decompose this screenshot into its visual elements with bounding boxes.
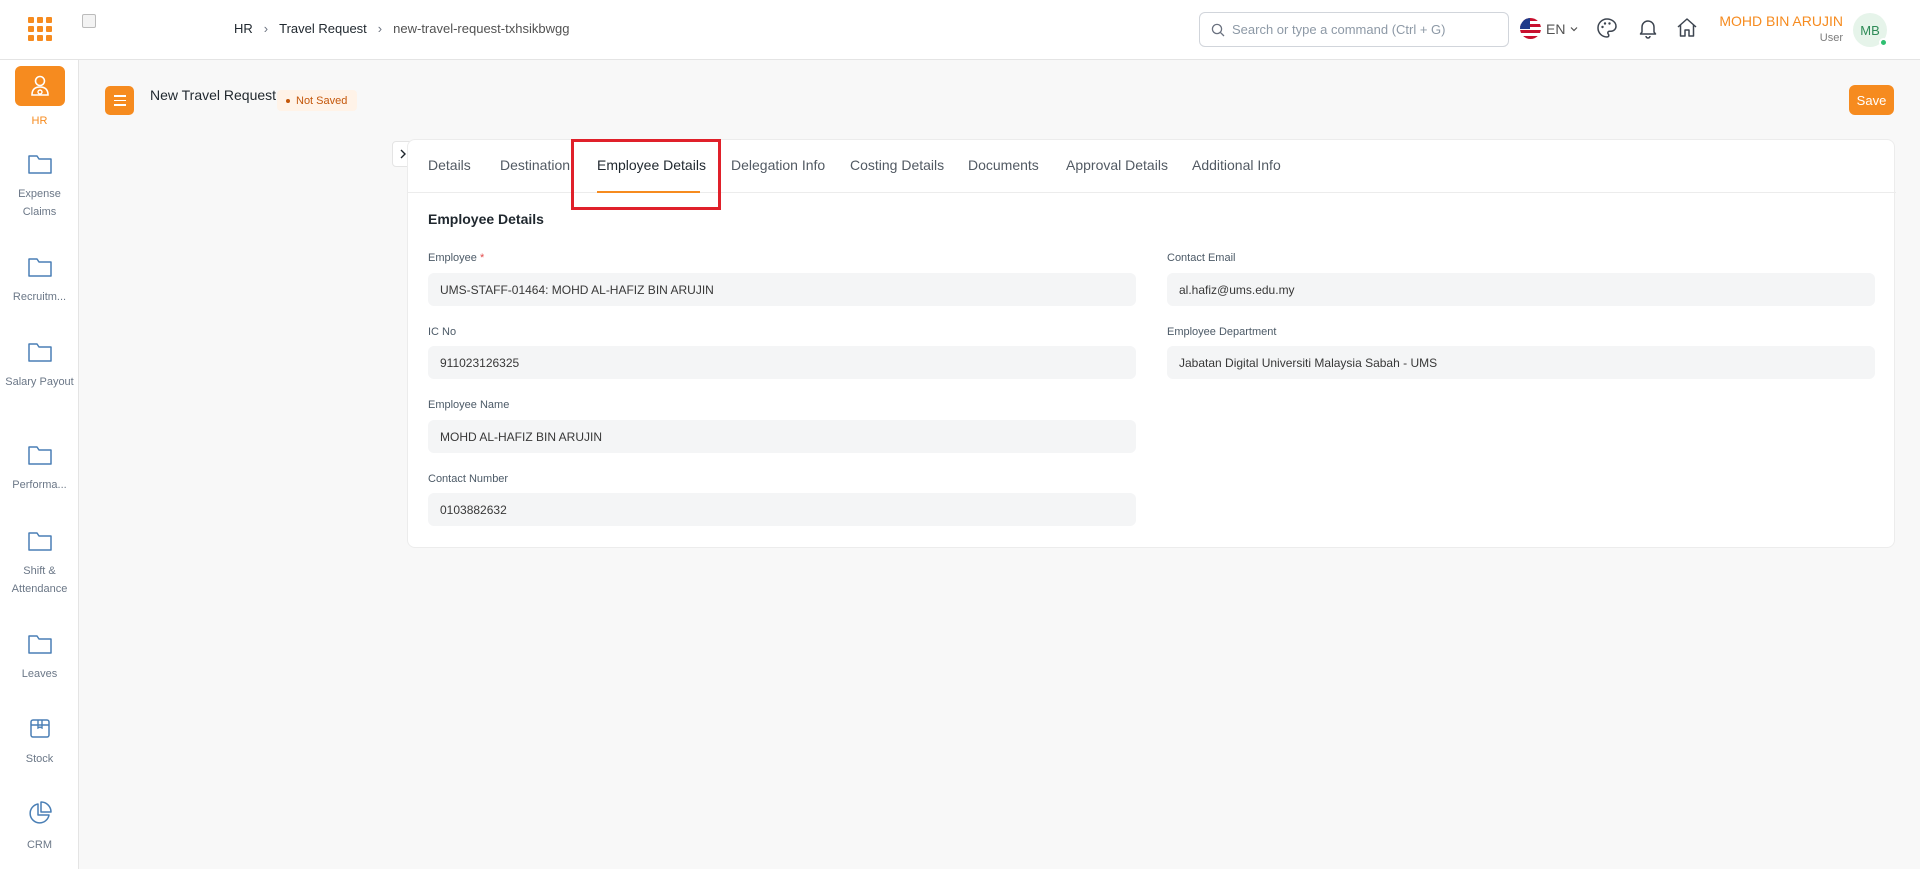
chevron-down-icon: [1571, 26, 1578, 31]
folder-icon: [27, 343, 52, 362]
highlight-box: [571, 139, 721, 210]
contact-email-field[interactable]: al.hafiz@ums.edu.my: [1167, 273, 1875, 306]
folder-icon: [27, 155, 52, 174]
employee-name-field[interactable]: MOHD AL-HAFIZ BIN ARUJIN: [428, 420, 1136, 453]
employee-department-field[interactable]: Jabatan Digital Universiti Malaysia Saba…: [1167, 346, 1875, 379]
breadcrumb: HR › Travel Request › new-travel-request…: [234, 21, 569, 36]
sidebar-item-crm[interactable]: CRM: [0, 800, 78, 854]
app-grid-icon[interactable]: [28, 17, 52, 41]
sidebar-item-label: Recruitm...: [12, 291, 67, 303]
bell-icon[interactable]: [1636, 16, 1660, 40]
folder-icon: [27, 258, 52, 277]
search-icon: [1211, 23, 1225, 37]
hr-people-icon: [14, 66, 65, 106]
section-title: Employee Details: [428, 211, 544, 227]
sidebar: HR Expense Claims Recruitm... Salary Pay…: [0, 60, 79, 869]
user-name[interactable]: MOHD BIN ARUJIN: [1719, 13, 1843, 29]
contact-email-label: Contact Email: [1167, 252, 1236, 264]
ic-no-field[interactable]: 911023126325: [428, 346, 1136, 379]
employee-name-label: Employee Name: [428, 399, 510, 411]
language-selector[interactable]: EN: [1520, 18, 1579, 39]
search-input[interactable]: [1232, 13, 1502, 46]
tab-additional-info[interactable]: Additional Info: [1192, 157, 1281, 173]
sidebar-item-label: Expense Claims: [18, 188, 61, 218]
employee-department-label: Employee Department: [1167, 326, 1277, 338]
sidebar-item-label: Stock: [25, 753, 54, 765]
home-icon[interactable]: [1675, 16, 1699, 40]
sidebar-item-label: CRM: [26, 839, 53, 851]
folder-icon: [27, 635, 52, 654]
required-asterisk: *: [479, 252, 485, 264]
top-navbar: HR › Travel Request › new-travel-request…: [0, 0, 1920, 60]
us-flag-icon: [1520, 18, 1541, 39]
breadcrumb-current-doc[interactable]: new-travel-request-txhsikbwgg: [393, 21, 569, 36]
breadcrumb-separator-icon: ›: [263, 21, 269, 36]
status-badge: Not Saved: [277, 90, 358, 111]
user-role: User: [1819, 32, 1843, 44]
tab-costing-details[interactable]: Costing Details: [850, 157, 944, 173]
sidebar-item-label: HR: [31, 115, 48, 127]
language-code: EN: [1546, 20, 1566, 37]
contact-number-field[interactable]: 0103882632: [428, 493, 1136, 526]
folder-icon: [27, 446, 52, 465]
pie-chart-icon: [28, 801, 52, 824]
sidebar-item-hr[interactable]: HR: [0, 66, 78, 130]
sidebar-item-label: Shift & Attendance: [11, 565, 68, 595]
tab-documents[interactable]: Documents: [968, 157, 1039, 173]
sidebar-item-label: Salary Payout: [5, 376, 74, 388]
sidebar-item-recruitment[interactable]: Recruitm...: [0, 256, 78, 306]
employee-label: Employee *: [428, 252, 484, 264]
employee-field[interactable]: UMS-STAFF-01464: MOHD AL-HAFIZ BIN ARUJI…: [428, 273, 1136, 306]
tab-delegation-info[interactable]: Delegation Info: [731, 157, 825, 173]
folder-icon: [27, 532, 52, 551]
search-box[interactable]: [1199, 12, 1509, 47]
sidebar-item-label: Leaves: [21, 668, 58, 680]
ic-no-label: IC No: [428, 326, 457, 338]
sidebar-item-label: Performa...: [12, 479, 67, 491]
sidebar-item-shift-attendance[interactable]: Shift & Attendance: [0, 530, 78, 598]
sidebar-item-expense-claims[interactable]: Expense Claims: [0, 153, 78, 221]
tab-approval-details[interactable]: Approval Details: [1066, 157, 1168, 173]
save-button[interactable]: Save: [1849, 85, 1894, 115]
contact-number-label: Contact Number: [428, 473, 509, 485]
sidebar-item-salary-payout[interactable]: Salary Payout: [0, 341, 78, 391]
sidebar-item-performance[interactable]: Performa...: [0, 444, 78, 494]
sidebar-item-leaves[interactable]: Leaves: [0, 633, 78, 683]
online-status-dot: [1879, 38, 1888, 47]
sidebar-item-stock[interactable]: Stock: [0, 716, 78, 768]
breadcrumb-hr[interactable]: HR: [234, 21, 253, 36]
breadcrumb-separator-icon: ›: [377, 21, 383, 36]
broken-logo-image[interactable]: [82, 14, 96, 28]
page-title: New Travel Request: [150, 87, 277, 103]
employee-label-text: Employee: [428, 252, 477, 264]
box-icon: [29, 719, 50, 738]
tab-details[interactable]: Details: [428, 157, 471, 173]
tab-destination[interactable]: Destination: [500, 157, 570, 173]
page-menu-button[interactable]: [105, 86, 134, 115]
palette-icon[interactable]: [1595, 16, 1619, 40]
breadcrumb-travel-request[interactable]: Travel Request: [279, 21, 367, 36]
